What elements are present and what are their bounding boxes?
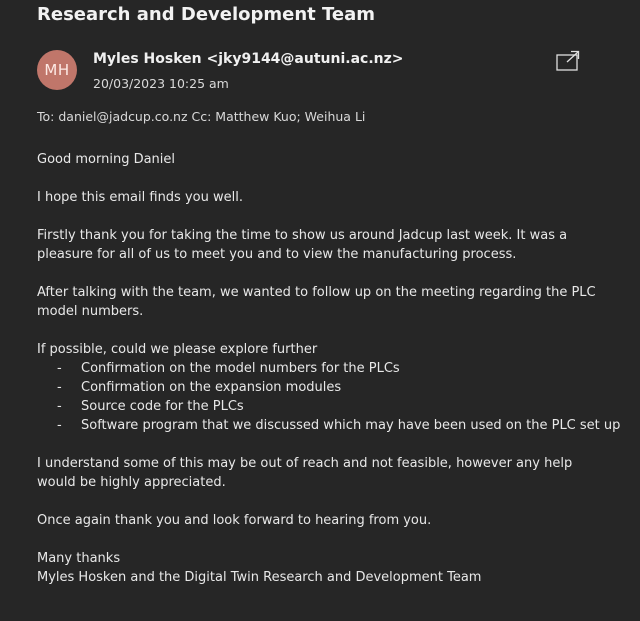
- signoff-text: Many thanks: [37, 551, 121, 566]
- body-paragraph-3: After talking with the team, we wanted t…: [37, 285, 596, 319]
- body-paragraph-5: I understand some of this may be out of …: [37, 456, 573, 490]
- list-item: - Confirmation on the expansion modules: [37, 378, 612, 397]
- open-in-new-window-button[interactable]: [556, 50, 580, 72]
- list-item: - Software program that we discussed whic…: [37, 416, 620, 435]
- list-item: - Confirmation on the model numbers for t…: [37, 359, 612, 378]
- list-item-text: Software program that we discussed which…: [81, 418, 621, 433]
- list-item-text: Confirmation on the model numbers for th…: [81, 361, 400, 376]
- list-marker: -: [57, 399, 62, 414]
- body-paragraph-1: I hope this email finds you well.: [37, 190, 243, 205]
- sender-name-address[interactable]: Myles Hosken <jky9144@autuni.ac.nz>: [93, 51, 404, 67]
- open-in-new-window-icon: [556, 50, 580, 71]
- list-item: - Source code for the PLCs: [37, 397, 612, 416]
- sender-avatar[interactable]: MH: [37, 50, 77, 90]
- list-marker: -: [57, 361, 62, 376]
- avatar-initials: MH: [44, 61, 70, 79]
- request-list: - Confirmation on the model numbers for t…: [37, 359, 620, 435]
- email-body: Good morning Daniel I hope this email fi…: [37, 150, 620, 587]
- email-subject: Research and Development Team: [37, 4, 376, 25]
- email-date: 20/03/2023 10:25 am: [93, 76, 229, 91]
- list-marker: -: [57, 418, 62, 433]
- list-item-text: Source code for the PLCs: [81, 399, 244, 414]
- body-paragraph-4: If possible, could we please explore fur…: [37, 342, 318, 357]
- list-marker: -: [57, 380, 62, 395]
- signature-text: Myles Hosken and the Digital Twin Resear…: [37, 570, 482, 585]
- greeting-text: Good morning Daniel: [37, 152, 176, 167]
- body-paragraph-6: Once again thank you and look forward to…: [37, 513, 432, 528]
- body-paragraph-2: Firstly thank you for taking the time to…: [37, 228, 568, 262]
- email-reading-pane: Research and Development Team MH Myles H…: [0, 0, 640, 621]
- list-item-text: Confirmation on the expansion modules: [81, 380, 342, 395]
- email-recipients: To: daniel@jadcup.co.nz Cc: Matthew Kuo;…: [37, 109, 366, 124]
